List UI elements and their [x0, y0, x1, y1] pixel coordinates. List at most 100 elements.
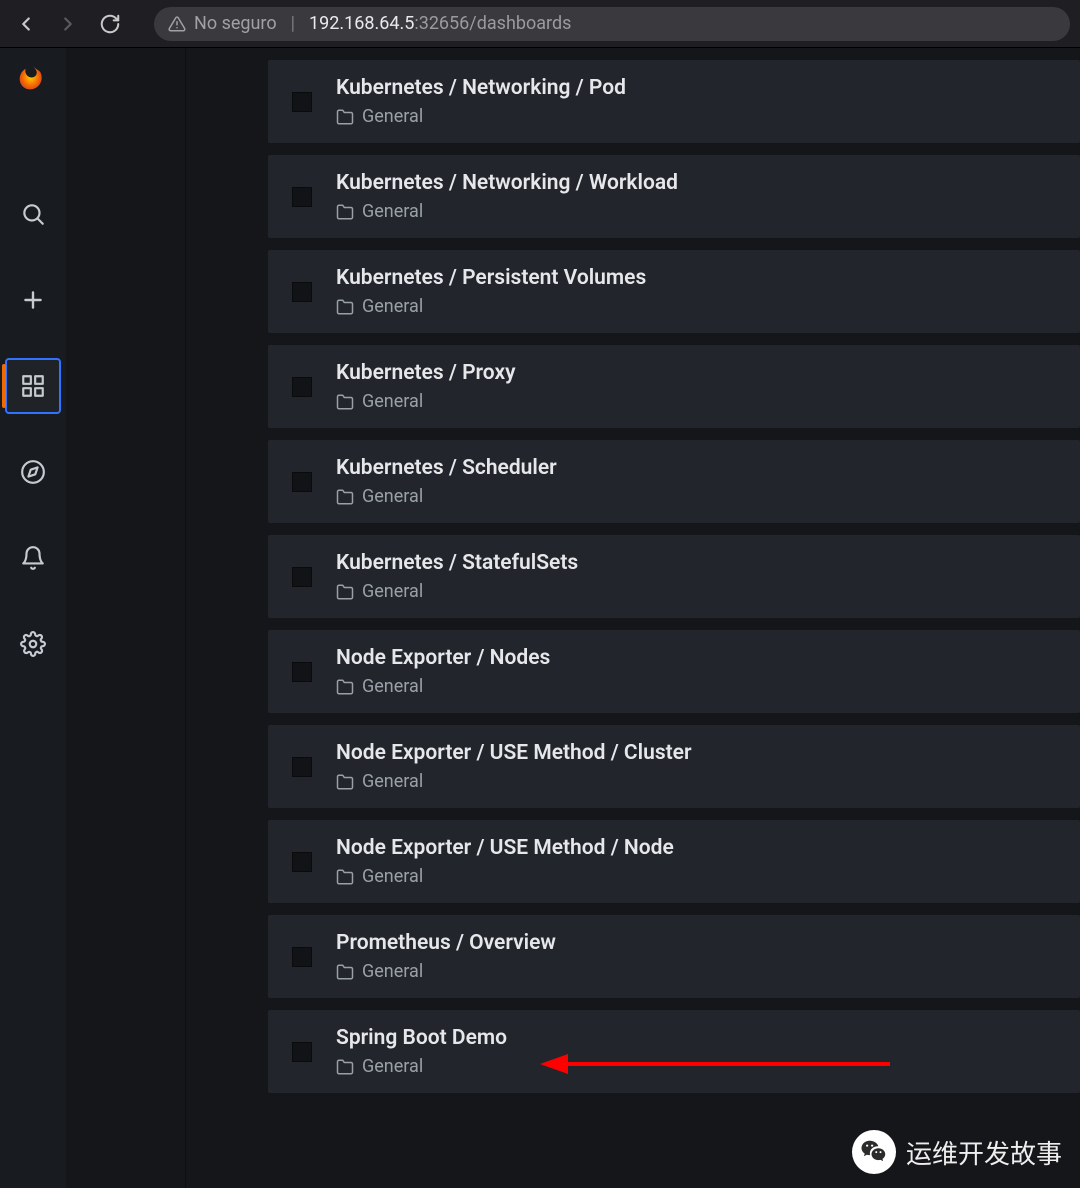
- dashboard-row[interactable]: Node Exporter / USE Method / Node General: [268, 820, 1080, 903]
- dashboard-title[interactable]: Kubernetes / Networking / Workload: [336, 171, 678, 195]
- dashboard-folder[interactable]: General: [336, 961, 556, 982]
- sidebar-item-explore[interactable]: [5, 444, 61, 500]
- dashboard-row[interactable]: Kubernetes / Persistent Volumes General: [268, 250, 1080, 333]
- dashboard-folder-label: General: [362, 106, 423, 127]
- dashboard-title[interactable]: Node Exporter / USE Method / Node: [336, 836, 674, 860]
- dashboard-info: Kubernetes / Scheduler General: [336, 456, 557, 507]
- sidebar-item-dashboards[interactable]: [5, 358, 61, 414]
- dashboard-checkbox[interactable]: [292, 472, 312, 492]
- url-port-path: :32656/dashboards: [414, 13, 571, 34]
- dashboard-row[interactable]: Kubernetes / Proxy General: [268, 345, 1080, 428]
- dashboard-info: Kubernetes / Networking / Workload Genera…: [336, 171, 678, 222]
- dashboard-title[interactable]: Kubernetes / Proxy: [336, 361, 516, 385]
- dashboard-folder[interactable]: General: [336, 106, 626, 127]
- dashboard-info: Node Exporter / USE Method / Cluster Gene…: [336, 741, 692, 792]
- folder-icon: [336, 298, 354, 316]
- dashboard-title[interactable]: Node Exporter / Nodes: [336, 646, 550, 670]
- browser-bar: No seguro | 192.168.64.5:32656/dashboard…: [0, 0, 1080, 48]
- dashboard-row[interactable]: Kubernetes / Scheduler General: [268, 440, 1080, 523]
- dashboard-title[interactable]: Kubernetes / Networking / Pod: [336, 76, 626, 100]
- dashboard-folder[interactable]: General: [336, 296, 646, 317]
- browser-url-bar[interactable]: No seguro | 192.168.64.5:32656/dashboard…: [154, 7, 1070, 41]
- insecure-warning: No seguro: [168, 13, 277, 34]
- folder-icon: [336, 203, 354, 221]
- left-panel: [66, 48, 186, 1188]
- gear-icon: [20, 631, 46, 657]
- folder-icon: [336, 868, 354, 886]
- watermark-text: 运维开发故事: [906, 1134, 1062, 1171]
- folder-icon: [336, 678, 354, 696]
- sidebar-item-create[interactable]: [5, 272, 61, 328]
- reload-icon: [99, 13, 121, 35]
- compass-icon: [20, 459, 46, 485]
- dashboard-checkbox[interactable]: [292, 282, 312, 302]
- dashboard-row[interactable]: Prometheus / Overview General: [268, 915, 1080, 998]
- grafana-logo-icon: [15, 62, 51, 98]
- dashboard-info: Node Exporter / USE Method / Node General: [336, 836, 674, 887]
- dashboard-checkbox[interactable]: [292, 757, 312, 777]
- dashboard-info: Kubernetes / Persistent Volumes General: [336, 266, 646, 317]
- dashboard-folder[interactable]: General: [336, 771, 692, 792]
- dashboard-folder-label: General: [362, 391, 423, 412]
- dashboard-row[interactable]: Kubernetes / Networking / Pod General: [268, 60, 1080, 143]
- dashboard-checkbox[interactable]: [292, 662, 312, 682]
- dashboard-row[interactable]: Spring Boot Demo General: [268, 1010, 1080, 1093]
- dashboard-folder[interactable]: General: [336, 676, 550, 697]
- dashboard-checkbox[interactable]: [292, 947, 312, 967]
- sidebar: [0, 48, 66, 1188]
- search-icon: [20, 201, 46, 227]
- folder-icon: [336, 108, 354, 126]
- dashboard-title[interactable]: Spring Boot Demo: [336, 1026, 507, 1050]
- dashboard-checkbox[interactable]: [292, 852, 312, 872]
- dashboard-folder-label: General: [362, 961, 423, 982]
- dashboard-row[interactable]: Kubernetes / StatefulSets General: [268, 535, 1080, 618]
- dashboard-info: Kubernetes / Proxy General: [336, 361, 516, 412]
- dashboard-title[interactable]: Node Exporter / USE Method / Cluster: [336, 741, 692, 765]
- warning-icon: [168, 15, 186, 33]
- dashboard-folder[interactable]: General: [336, 866, 674, 887]
- dashboard-checkbox[interactable]: [292, 377, 312, 397]
- dashboard-checkbox[interactable]: [292, 187, 312, 207]
- dashboard-folder-label: General: [362, 296, 423, 317]
- dashboard-info: Node Exporter / Nodes General: [336, 646, 550, 697]
- dashboard-info: Spring Boot Demo General: [336, 1026, 507, 1077]
- dashboard-folder[interactable]: General: [336, 1056, 507, 1077]
- watermark: 运维开发故事: [852, 1130, 1062, 1174]
- insecure-label: No seguro: [194, 13, 277, 34]
- url-divider: |: [287, 13, 299, 34]
- browser-reload-button[interactable]: [94, 8, 126, 40]
- dashboard-checkbox[interactable]: [292, 1042, 312, 1062]
- app: Kubernetes / Networking / PodGeneralKube…: [0, 48, 1080, 1188]
- browser-back-button[interactable]: [10, 8, 42, 40]
- dashboard-row[interactable]: Kubernetes / Networking / Workload Genera…: [268, 155, 1080, 238]
- dashboard-title[interactable]: Kubernetes / Scheduler: [336, 456, 557, 480]
- arrow-left-icon: [15, 13, 37, 35]
- folder-icon: [336, 488, 354, 506]
- sidebar-item-search[interactable]: [5, 186, 61, 242]
- dashboard-folder[interactable]: General: [336, 201, 678, 222]
- dashboard-row[interactable]: Node Exporter / Nodes General: [268, 630, 1080, 713]
- dashboard-folder[interactable]: General: [336, 581, 578, 602]
- folder-icon: [336, 1058, 354, 1076]
- dashboard-title[interactable]: Kubernetes / Persistent Volumes: [336, 266, 646, 290]
- dashboard-folder-label: General: [362, 581, 423, 602]
- dashboard-title[interactable]: Prometheus / Overview: [336, 931, 556, 955]
- sidebar-item-configuration[interactable]: [5, 616, 61, 672]
- folder-icon: [336, 773, 354, 791]
- dashboard-row[interactable]: Node Exporter / USE Method / Cluster Gene…: [268, 725, 1080, 808]
- dashboard-folder[interactable]: General: [336, 391, 516, 412]
- browser-forward-button[interactable]: [52, 8, 84, 40]
- sidebar-item-alerting[interactable]: [5, 530, 61, 586]
- dashboard-folder-label: General: [362, 676, 423, 697]
- arrow-right-icon: [57, 13, 79, 35]
- main: Kubernetes / Networking / PodGeneralKube…: [186, 48, 1080, 1188]
- dashboard-checkbox[interactable]: [292, 567, 312, 587]
- bell-icon: [20, 545, 46, 571]
- dashboard-folder-label: General: [362, 201, 423, 222]
- dashboard-title[interactable]: Kubernetes / StatefulSets: [336, 551, 578, 575]
- grafana-logo[interactable]: [13, 60, 53, 100]
- dashboard-info: Kubernetes / Networking / Pod General: [336, 76, 626, 127]
- folder-icon: [336, 393, 354, 411]
- dashboard-folder[interactable]: General: [336, 486, 557, 507]
- dashboard-checkbox[interactable]: [292, 92, 312, 112]
